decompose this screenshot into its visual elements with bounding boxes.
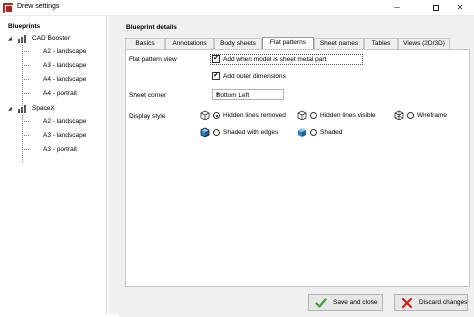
tree-item-a2-landscape[interactable]: A2 - landscape (43, 116, 86, 127)
tab-views-2d-3d[interactable]: Views (2D/3D) (398, 38, 450, 49)
tab-tables[interactable]: Tables (364, 38, 398, 49)
tree-root-blueprints[interactable]: Blueprints (8, 21, 40, 32)
panel-splitter[interactable] (109, 16, 119, 314)
tree-item-a3-portrait[interactable]: A3 - portrait (43, 144, 77, 155)
maximize-button[interactable] (423, 0, 449, 16)
tree-connector (22, 93, 29, 94)
sheet-corner-select[interactable]: Bottom Left ▾ (212, 89, 284, 100)
flat-pattern-view-label: Flat pattern view (129, 56, 177, 63)
tree-item-a2-landscape[interactable]: A2 - landscape (43, 46, 86, 57)
shaded-icon (298, 128, 306, 137)
minimize-button[interactable]: ─ (384, 0, 410, 16)
blueprint-tree[interactable]: Blueprints ◢ CAD Booster A2 - landscape … (1, 16, 107, 314)
hidden-lines-removed-icon (200, 110, 210, 120)
shaded-radio[interactable] (310, 129, 317, 136)
wireframe-label[interactable]: Wireframe (417, 112, 447, 119)
hidden-lines-removed-radio[interactable] (213, 112, 220, 119)
window-title: Drew settings (17, 3, 60, 10)
save-and-close-button[interactable]: Save and close (308, 294, 383, 311)
shaded-with-edges-label[interactable]: Shaded with edges (223, 129, 278, 136)
tab-annotations[interactable]: Annotations (165, 38, 214, 49)
collapse-toggle-icon[interactable]: ◢ (8, 36, 12, 42)
shaded-label[interactable]: Shaded (320, 129, 342, 136)
tree-connector (22, 45, 23, 106)
blueprint-group-icon (18, 35, 28, 43)
check-icon (315, 298, 327, 308)
hidden-lines-removed-label[interactable]: Hidden lines removed (223, 112, 286, 119)
tab-basics[interactable]: Basics (125, 38, 165, 49)
tree-item-a4-portrait[interactable]: A4 - portrait (43, 88, 77, 99)
display-style-label: Display style (129, 113, 166, 120)
tab-body-sheets[interactable]: Body sheets (214, 38, 262, 49)
blueprint-details-pane: Blueprint details Basics Annotations Bod… (119, 16, 474, 317)
tree-connector (22, 51, 29, 52)
tree-item-a4-landscape[interactable]: A4 - landscape (43, 74, 86, 85)
tree-connector (22, 149, 29, 150)
tree-group-cad-booster[interactable]: CAD Booster (32, 33, 70, 44)
wireframe-radio[interactable] (407, 112, 414, 119)
tree-item-a3-landscape[interactable]: A3 - landscape (43, 60, 86, 71)
add-outer-dimensions-checkbox[interactable] (212, 70, 220, 80)
shaded-with-edges-radio[interactable] (213, 129, 220, 136)
tree-connector (22, 121, 29, 122)
app-icon (3, 3, 13, 13)
tree-connector (22, 115, 23, 162)
add-when-sheet-metal-label[interactable]: Add when model is sheet metal part (223, 56, 326, 63)
discard-changes-label: Discard changes (419, 299, 468, 306)
flat-patterns-panel: Flat pattern view Add when model is shee… (125, 49, 470, 287)
hidden-lines-visible-radio[interactable] (310, 112, 317, 119)
discard-changes-button[interactable]: Discard changes (394, 294, 468, 311)
discard-x-icon (401, 297, 413, 309)
collapse-toggle-icon[interactable]: ◢ (8, 106, 12, 112)
tree-connector (22, 65, 29, 66)
chevron-down-icon: ▾ (216, 92, 220, 98)
hidden-lines-visible-label[interactable]: Hidden lines visible (320, 112, 376, 119)
tree-item-a3-landscape[interactable]: A3 - landscape (43, 130, 86, 141)
section-header: Blueprint details (126, 24, 177, 31)
hidden-lines-visible-icon (297, 110, 307, 120)
add-outer-dimensions-label[interactable]: Add outer dimensions (223, 73, 286, 80)
blueprint-group-icon (18, 105, 28, 113)
tree-connector (22, 135, 29, 136)
shaded-with-edges-icon (200, 127, 210, 137)
tree-group-spacex[interactable]: SpaceX (32, 103, 55, 114)
add-when-sheet-metal-checkbox[interactable] (212, 53, 220, 63)
tab-sheet-names[interactable]: Sheet names (314, 38, 364, 49)
save-and-close-label: Save and close (333, 299, 378, 306)
sheet-corner-label: Sheet corner (129, 92, 167, 99)
maximize-icon (433, 4, 439, 11)
close-button[interactable]: ✕ (447, 0, 473, 16)
wireframe-icon (394, 110, 404, 120)
title-bar: Drew settings ─ ✕ (0, 0, 474, 16)
tree-connector (22, 79, 29, 80)
